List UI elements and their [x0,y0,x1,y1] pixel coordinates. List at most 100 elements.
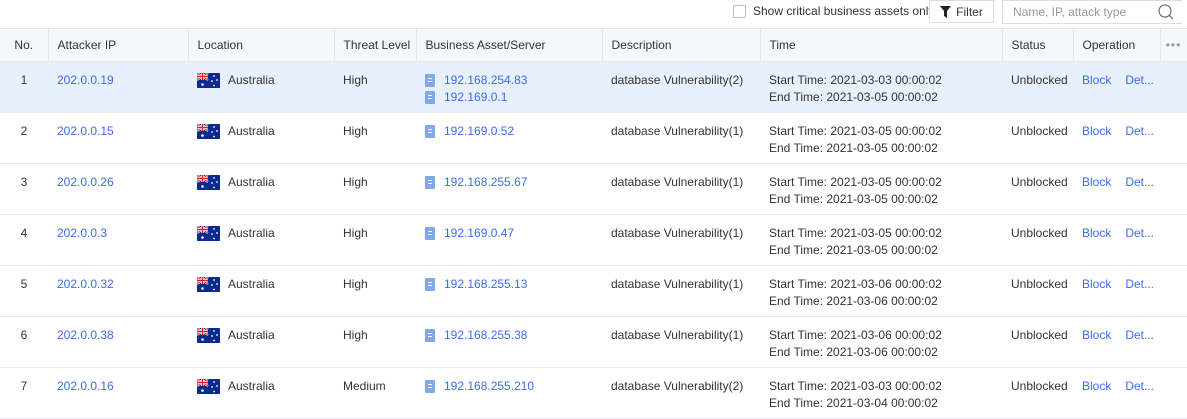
asset-item: 192.169.0.52 [425,123,602,140]
block-button[interactable]: Block [1082,124,1111,138]
start-time-value: 2021-03-03 00:00:02 [830,379,942,393]
col-time[interactable]: Time [760,28,1003,62]
attacker-ip-link[interactable]: 202.0.0.15 [57,124,114,138]
attacker-ip-link[interactable]: 202.0.0.19 [57,73,114,87]
block-button[interactable]: Block [1082,73,1111,87]
location-text: Australia [228,277,275,291]
toolbar: Show critical business assets only Filte… [0,0,1187,28]
status: Unblocked [1002,316,1073,368]
asset-item: 192.169.0.1 [425,89,602,106]
col-status[interactable]: Status [1002,28,1074,62]
description: database Vulnerability(1) [602,112,760,164]
server-icon [425,176,435,190]
col-operation[interactable]: Operation [1073,28,1161,62]
search-icon[interactable] [1158,4,1174,20]
table-row[interactable]: 1 202.0.0.19 Australia High 192.168.254.… [0,61,1187,113]
block-button[interactable]: Block [1082,175,1111,189]
start-time-label: Start Time: [769,124,831,138]
start-time: Start Time: 2021-03-03 00:00:02 [769,378,1002,395]
column-settings-more-icon[interactable]: ••• [1160,28,1187,62]
australia-flag-icon [197,124,220,140]
asset-ip-link[interactable]: 192.168.255.38 [444,328,527,342]
row-number: 6 [0,316,48,368]
description: database Vulnerability(1) [602,163,760,215]
attacker-ip-link[interactable]: 202.0.0.16 [57,379,114,393]
critical-assets-checkbox[interactable] [733,5,746,18]
end-time: End Time: 2021-03-06 00:00:02 [769,344,1002,361]
attacker-ip-link[interactable]: 202.0.0.26 [57,175,114,189]
threat-level: High [334,214,416,266]
asset-item: 192.168.255.38 [425,327,602,344]
status: Unblocked [1002,214,1073,266]
asset-ip-link[interactable]: 192.169.0.1 [444,90,507,104]
details-button[interactable]: Det... [1125,379,1154,393]
block-button[interactable]: Block [1082,328,1111,342]
australia-flag-icon [197,175,220,191]
details-button[interactable]: Det... [1125,328,1154,342]
col-business-asset[interactable]: Business Asset/Server [416,28,603,62]
location-text: Australia [228,124,275,138]
row-number: 1 [0,61,48,113]
server-icon [425,74,435,88]
end-time: End Time: 2021-03-05 00:00:02 [769,242,1002,259]
attacker-ip-link[interactable]: 202.0.0.38 [57,328,114,342]
table-row[interactable]: 4 202.0.0.3 Australia High 192.169.0.47 … [0,214,1187,266]
end-time: End Time: 2021-03-05 00:00:02 [769,140,1002,157]
col-threat-level[interactable]: Threat Level [334,28,417,62]
attacker-ip-link[interactable]: 202.0.0.32 [57,277,114,291]
location-text: Australia [228,328,275,342]
block-button[interactable]: Block [1082,226,1111,240]
end-time-label: End Time: [769,192,827,206]
table-row[interactable]: 5 202.0.0.32 Australia High 192.168.255.… [0,265,1187,317]
threat-level: High [334,61,416,113]
asset-ip-link[interactable]: 192.168.255.13 [444,277,527,291]
asset-ip-link[interactable]: 192.169.0.47 [444,226,514,240]
end-time-label: End Time: [769,396,827,410]
asset-ip-link[interactable]: 192.169.0.52 [444,124,514,138]
details-button[interactable]: Det... [1125,277,1154,291]
attacker-ip-link[interactable]: 202.0.0.3 [57,226,107,240]
end-time-value: 2021-03-05 00:00:02 [826,243,938,257]
table-row[interactable]: 2 202.0.0.15 Australia High 192.169.0.52… [0,112,1187,164]
block-button[interactable]: Block [1082,379,1111,393]
server-icon [425,91,435,105]
start-time-label: Start Time: [769,328,831,342]
location-text: Australia [228,226,275,240]
col-location[interactable]: Location [188,28,335,62]
end-time: End Time: 2021-03-05 00:00:02 [769,191,1002,208]
asset-ip-link[interactable]: 192.168.254.83 [444,73,527,87]
asset-ip-link[interactable]: 192.168.255.210 [444,379,534,393]
start-time: Start Time: 2021-03-05 00:00:02 [769,225,1002,242]
start-time-value: 2021-03-05 00:00:02 [830,175,942,189]
start-time-label: Start Time: [769,379,831,393]
details-button[interactable]: Det... [1125,73,1154,87]
table-row[interactable]: 6 202.0.0.38 Australia High 192.168.255.… [0,316,1187,368]
row-number: 4 [0,214,48,266]
block-button[interactable]: Block [1082,277,1111,291]
col-attacker-ip[interactable]: Attacker IP [48,28,189,62]
server-icon [425,380,435,394]
start-time: Start Time: 2021-03-03 00:00:02 [769,72,1002,89]
status: Unblocked [1002,163,1073,215]
description: database Vulnerability(2) [602,61,760,113]
asset-item: 192.168.255.210 [425,378,602,395]
server-icon [425,125,435,139]
details-button[interactable]: Det... [1125,226,1154,240]
row-number: 2 [0,112,48,164]
filter-button[interactable]: Filter [929,0,994,23]
status: Unblocked [1002,265,1073,317]
asset-item: 192.169.0.47 [425,225,602,242]
filter-label: Filter [956,4,983,19]
end-time-value: 2021-03-06 00:00:02 [826,345,938,359]
col-no[interactable]: No. [0,28,49,62]
details-button[interactable]: Det... [1125,175,1154,189]
status: Unblocked [1002,61,1073,113]
asset-ip-link[interactable]: 192.168.255.67 [444,175,527,189]
col-description[interactable]: Description [602,28,761,62]
search-input[interactable] [1003,1,1143,23]
table-row[interactable]: 3 202.0.0.26 Australia High 192.168.255.… [0,163,1187,215]
critical-assets-label[interactable]: Show critical business assets only [753,4,934,18]
end-time-label: End Time: [769,294,827,308]
start-time-value: 2021-03-06 00:00:02 [830,277,942,291]
details-button[interactable]: Det... [1125,124,1154,138]
